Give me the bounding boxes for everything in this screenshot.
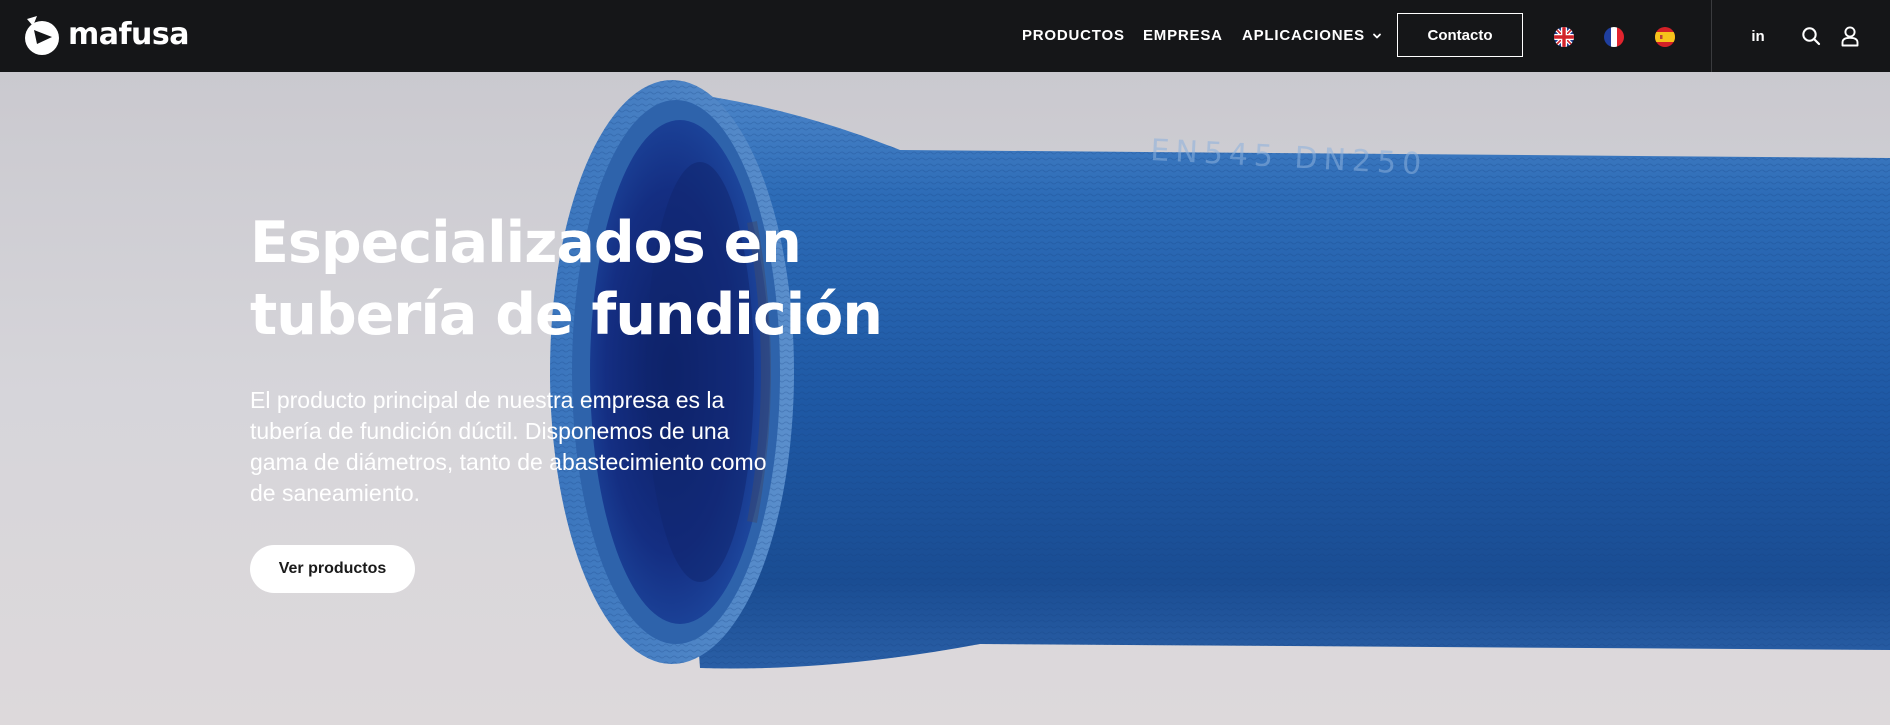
uk-flag-icon: [1554, 27, 1574, 47]
nav-link-company[interactable]: EMPRESA: [1143, 26, 1223, 46]
user-icon: [1841, 26, 1859, 47]
language-fr-button[interactable]: [1604, 27, 1624, 47]
mafusa-logo-icon: [25, 16, 59, 55]
hero-title: Especializados en tubería de fundición: [250, 210, 883, 348]
language-en-button[interactable]: [1554, 27, 1574, 47]
nav-applications-label: APLICACIONES: [1242, 27, 1365, 44]
nav-link-products[interactable]: PRODUCTOS: [1022, 26, 1125, 46]
brand-logo-link[interactable]: mafusa: [21, 13, 190, 57]
linkedin-icon[interactable]: in: [1746, 24, 1770, 48]
view-products-button[interactable]: Ver productos: [250, 545, 415, 593]
search-icon: [1802, 27, 1821, 46]
account-button[interactable]: [1838, 24, 1862, 48]
chevron-down-icon: [1373, 33, 1381, 39]
spain-flag-icon: [1655, 27, 1675, 47]
hero-section: EN545 DN250 Especializados en tubería de…: [0, 72, 1890, 725]
brand-name: mafusa: [68, 17, 190, 52]
header-divider: [1711, 0, 1712, 72]
nav-link-applications[interactable]: APLICACIONES: [1242, 26, 1383, 46]
contact-button[interactable]: Contacto: [1397, 13, 1523, 57]
france-flag-icon: [1604, 27, 1624, 47]
search-button[interactable]: [1799, 24, 1823, 48]
language-es-button[interactable]: [1655, 27, 1675, 47]
hero-description: El producto principal de nuestra empresa…: [250, 387, 767, 506]
site-header: mafusa PRODUCTOS EMPRESA APLICACIONES Co…: [0, 0, 1890, 72]
